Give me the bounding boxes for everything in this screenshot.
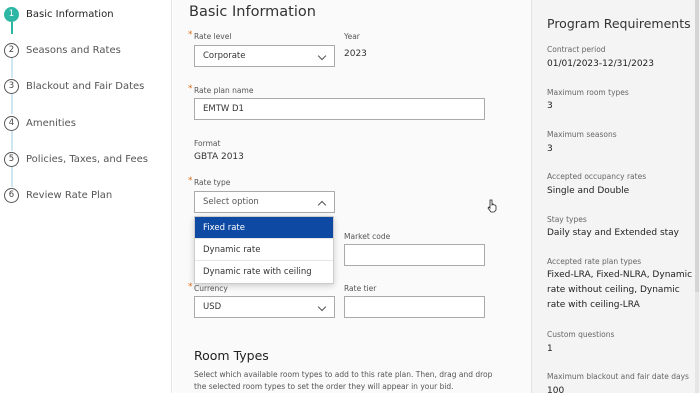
program-requirements-panel: Program Requirements Contract period 01/… — [531, 0, 700, 393]
step-blackout-and-fair-dates[interactable]: 3 Blackout and Fair Dates — [4, 77, 144, 95]
req-value-custom-questions: 1 — [547, 344, 553, 354]
requirements-title: Program Requirements — [547, 16, 691, 31]
required-marker: * — [188, 30, 193, 40]
step-connector — [11, 94, 13, 114]
step-number: 3 — [4, 78, 19, 94]
chevron-up-icon — [317, 200, 327, 210]
step-number: 4 — [4, 115, 19, 131]
year-label: Year — [344, 32, 360, 41]
rate-level-label: * Rate level — [188, 30, 232, 41]
required-marker: * — [188, 84, 193, 94]
option-dynamic-rate-with-ceiling[interactable]: Dynamic rate with ceiling — [195, 261, 333, 283]
market-code-input[interactable] — [344, 244, 485, 266]
basic-information-form: Basic Information * Rate level Corporate… — [173, 0, 531, 393]
req-label-max-room-types: Maximum room types — [547, 88, 629, 97]
step-label: Policies, Taxes, and Fees — [26, 153, 148, 165]
required-marker: * — [188, 176, 193, 186]
step-connector — [11, 167, 13, 187]
req-value-max-room-types: 3 — [547, 101, 553, 111]
req-value-stay-types: Daily stay and Extended stay — [547, 228, 680, 238]
req-value-max-seasons: 3 — [547, 144, 553, 154]
req-value-contract-period: 01/01/2023-12/31/2023 — [547, 59, 654, 69]
rate-plan-name-label: * Rate plan name — [188, 84, 254, 95]
scrollbar-thumb[interactable] — [695, 0, 699, 292]
req-label-occupancy-rates: Accepted occupancy rates — [547, 172, 647, 181]
step-connector — [11, 131, 13, 151]
req-label-contract-period: Contract period — [547, 45, 606, 54]
page-title: Basic Information — [189, 4, 316, 20]
step-label: Blackout and Fair Dates — [26, 80, 145, 92]
progress-stepper: 1 Basic Information 2 Seasons and Rates … — [0, 0, 172, 393]
rate-tier-input[interactable] — [344, 296, 485, 318]
hand-cursor-icon — [487, 199, 497, 213]
req-label-stay-types: Stay types — [547, 215, 587, 224]
option-dynamic-rate[interactable]: Dynamic rate — [195, 239, 333, 261]
step-number: 1 — [4, 6, 19, 22]
step-label: Review Rate Plan — [26, 189, 113, 201]
currency-select[interactable]: USD — [194, 296, 335, 318]
req-label-custom-questions: Custom questions — [547, 330, 615, 339]
rate-level-select[interactable]: Corporate — [194, 45, 335, 67]
step-label: Amenities — [26, 117, 76, 129]
step-amenities[interactable]: 4 Amenities — [4, 114, 76, 132]
step-review-rate-plan[interactable]: 6 Review Rate Plan — [4, 186, 112, 204]
req-label-max-seasons: Maximum seasons — [547, 130, 617, 139]
rate-level-value: Corporate — [203, 51, 246, 61]
req-label-max-blackout-days: Maximum blackout and fair date days — [547, 372, 689, 381]
step-number: 2 — [4, 42, 19, 58]
currency-label: * Currency — [188, 282, 228, 293]
market-code-label: Market code — [344, 232, 391, 241]
step-seasons-and-rates[interactable]: 2 Seasons and Rates — [4, 41, 121, 59]
rate-plan-name-value: EMTW D1 — [203, 104, 244, 114]
chevron-down-icon — [317, 51, 327, 61]
room-types-description: Select which available room types to add… — [194, 370, 493, 391]
required-marker: * — [188, 282, 193, 292]
currency-value: USD — [203, 302, 222, 312]
rate-tier-label: Rate tier — [344, 284, 377, 293]
room-types-title: Room Types — [194, 348, 269, 363]
year-value: 2023 — [344, 49, 367, 59]
step-number: 6 — [4, 187, 19, 203]
step-connector — [11, 22, 13, 34]
format-label: Format — [194, 139, 221, 148]
rate-type-label: * Rate type — [188, 176, 231, 187]
step-policies-taxes-fees[interactable]: 5 Policies, Taxes, and Fees — [4, 150, 148, 168]
step-label: Seasons and Rates — [26, 44, 121, 56]
req-value-occupancy-rates: Single and Double — [547, 186, 630, 196]
format-value: GBTA 2013 — [194, 152, 244, 162]
rate-type-placeholder: Select option — [203, 197, 259, 207]
rate-type-select[interactable]: Select option — [194, 191, 335, 213]
rate-plan-name-input[interactable]: EMTW D1 — [194, 98, 485, 120]
req-value-max-blackout-days: 100 — [547, 386, 565, 393]
req-label-rate-plan-types: Accepted rate plan types — [547, 257, 642, 266]
step-label: Basic Information — [26, 8, 114, 20]
step-basic-information[interactable]: 1 Basic Information — [4, 5, 114, 23]
step-number: 5 — [4, 151, 19, 167]
option-fixed-rate[interactable]: Fixed rate — [195, 217, 333, 239]
chevron-down-icon — [317, 302, 327, 312]
req-value-rate-plan-types: Fixed-LRA, Fixed-NLRA, Dynamic rate with… — [547, 270, 693, 310]
rate-type-dropdown-menu: Fixed rate Dynamic rate Dynamic rate wit… — [194, 216, 334, 284]
step-connector — [11, 58, 13, 78]
